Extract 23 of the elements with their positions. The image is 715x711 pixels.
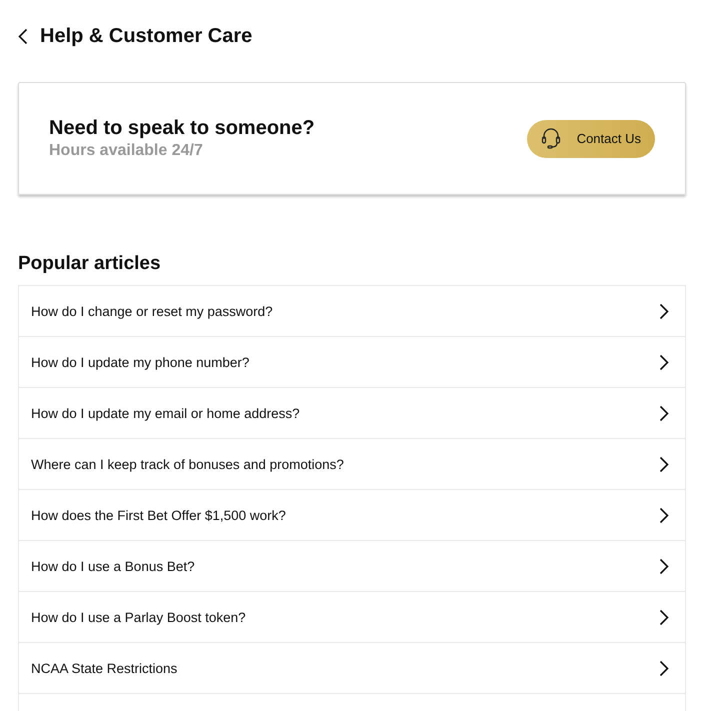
chevron-right-icon: [659, 558, 669, 574]
chevron-right-icon: [659, 608, 669, 626]
back-icon[interactable]: [18, 28, 28, 44]
card-subtitle: Hours available 24/7: [49, 142, 204, 160]
article-item[interactable]: How do I use a Parlay Boost token?: [19, 592, 685, 643]
section-title: Popular articles: [18, 253, 162, 275]
article-item[interactable]: How does the First Bet Offer $1,500 work?: [19, 490, 685, 541]
contact-button[interactable]: Contact Us: [526, 120, 655, 158]
chevron-right-icon: [659, 302, 669, 320]
article-item[interactable]: NCAA State Restrictions: [19, 643, 685, 694]
chevron-right-icon: [659, 506, 669, 524]
article-item[interactable]: How do I use a Bonus Bet?: [19, 541, 685, 592]
article-item[interactable]: Where can I keep track of bonuses and promotions?: [19, 439, 685, 490]
chevron-right-icon: [659, 354, 669, 370]
chevron-right-icon: [659, 404, 669, 422]
chevron-right-icon: [659, 456, 669, 472]
article-item[interactable]: How do I change or reset my password?: [19, 286, 685, 337]
headset-icon: [540, 128, 561, 150]
card-title: Need to speak to someone?: [49, 117, 315, 140]
article-item[interactable]: How do I update my email or home address?: [19, 388, 685, 439]
chevron-right-icon: [659, 660, 669, 676]
article-item[interactable]: How do I update my phone number?: [19, 337, 685, 388]
page-title: Help & Customer Care: [40, 24, 252, 48]
